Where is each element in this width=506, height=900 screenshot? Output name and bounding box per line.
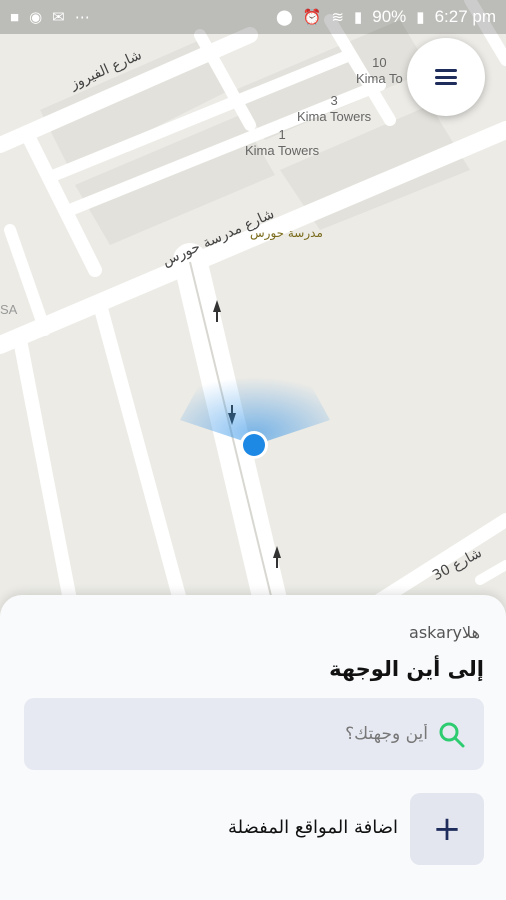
mail-icon: ✉	[52, 8, 65, 26]
edge-label: SA	[0, 302, 18, 317]
battery-percent: 90%	[372, 7, 407, 26]
add-favorite-button[interactable]: +	[410, 793, 484, 865]
search-icon	[439, 722, 465, 748]
destination-search-input[interactable]	[24, 698, 484, 770]
square-icon: ■	[10, 8, 20, 26]
place-kima-towers-1: 1 Kima Towers	[245, 127, 320, 158]
messenger-icon: ◉	[29, 8, 43, 26]
plus-icon: +	[432, 809, 462, 849]
signal-icon: ▮	[354, 8, 363, 26]
add-favorites-label: اضافة المواقع المفضلة	[227, 817, 398, 838]
battery-icon: ▮	[416, 8, 425, 26]
destination-sheet: askaryهلا إلى أين الوجهة + اضافة المواقع…	[0, 595, 506, 900]
add-favorites-row[interactable]: + اضافة المواقع المفضلة	[0, 793, 506, 867]
sheet-title: إلى أين الوجهة	[329, 657, 484, 681]
hamburger-icon	[435, 69, 457, 85]
search-box[interactable]	[24, 698, 484, 770]
place-kima-towers-3: 3 Kima Towers	[297, 93, 372, 124]
more-icon: ⋯	[74, 8, 90, 26]
location-icon: ⬤	[275, 8, 293, 26]
place-kima-towers-10: 10 Kima To	[356, 55, 403, 86]
poi-horus-school: مدرسة حورس	[250, 226, 323, 240]
greeting-text: askaryهلا	[409, 623, 480, 642]
wifi-icon: ≋	[331, 8, 344, 26]
menu-button[interactable]	[407, 38, 485, 116]
alarm-icon: ⏰	[302, 8, 322, 26]
status-bar: ■ ◉ ✉ ⋯ ⬤ ⏰ ≋ ▮ 90% ▮ 6:27 pm	[0, 0, 506, 34]
clock: 6:27 pm	[434, 7, 496, 26]
